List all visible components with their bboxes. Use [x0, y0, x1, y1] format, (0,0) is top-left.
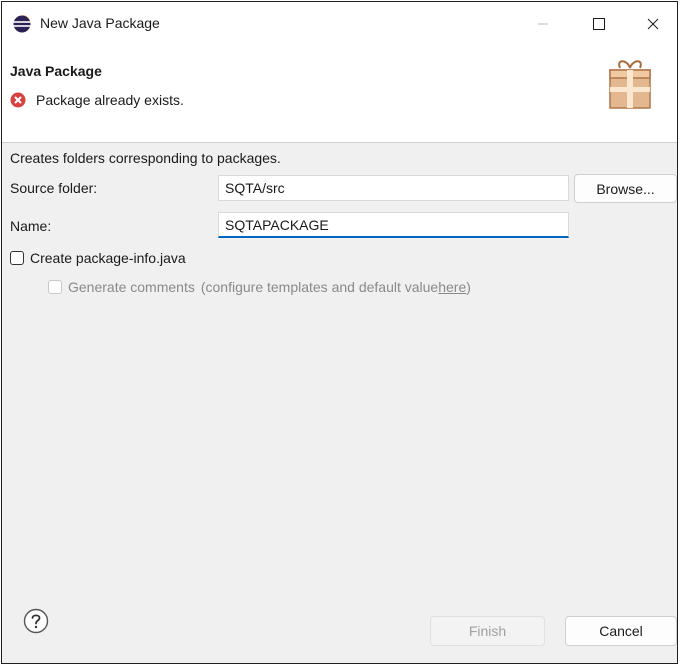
- create-package-info-label: Create package-info.java: [30, 250, 186, 266]
- maximize-icon: [593, 18, 605, 30]
- cancel-button[interactable]: Cancel: [565, 616, 677, 646]
- eclipse-app-icon: [13, 15, 31, 33]
- generate-comments-label: Generate comments: [68, 279, 195, 295]
- hint-close-paren: ): [466, 279, 471, 295]
- minimize-icon: [538, 23, 548, 25]
- maximize-button[interactable]: [576, 2, 622, 46]
- package-gift-icon: [609, 60, 651, 109]
- error-icon: [10, 92, 26, 108]
- here-link[interactable]: here: [438, 279, 466, 295]
- source-folder-input[interactable]: [218, 175, 569, 201]
- form-area: Creates folders corresponding to package…: [2, 143, 677, 603]
- generate-comments-checkbox[interactable]: [48, 280, 62, 294]
- help-icon[interactable]: [23, 608, 49, 634]
- page-description: Creates folders corresponding to package…: [10, 150, 281, 166]
- source-folder-label: Source folder:: [10, 180, 98, 196]
- name-label: Name:: [10, 218, 52, 234]
- finish-button[interactable]: Finish: [430, 616, 545, 646]
- header-banner: Java Package Package already exists.: [2, 46, 677, 143]
- close-icon: [647, 18, 659, 30]
- generate-comments-row: Generate comments (configure templates a…: [48, 279, 471, 295]
- close-button[interactable]: [630, 2, 676, 46]
- generate-comments-hint: (configure templates and default value: [200, 279, 439, 295]
- error-message-text: Package already exists.: [36, 92, 184, 108]
- create-package-info-row[interactable]: Create package-info.java: [10, 250, 186, 266]
- name-input[interactable]: [218, 212, 569, 238]
- create-package-info-checkbox[interactable]: [10, 251, 24, 265]
- window-title: New Java Package: [40, 15, 160, 31]
- minimize-button[interactable]: [520, 2, 566, 46]
- title-bar: New Java Package: [2, 2, 677, 46]
- browse-button[interactable]: Browse...: [574, 174, 677, 203]
- error-message: Package already exists.: [10, 92, 184, 108]
- banner-heading: Java Package: [10, 63, 102, 79]
- dialog-window: New Java Package Java Package Package al…: [1, 1, 678, 664]
